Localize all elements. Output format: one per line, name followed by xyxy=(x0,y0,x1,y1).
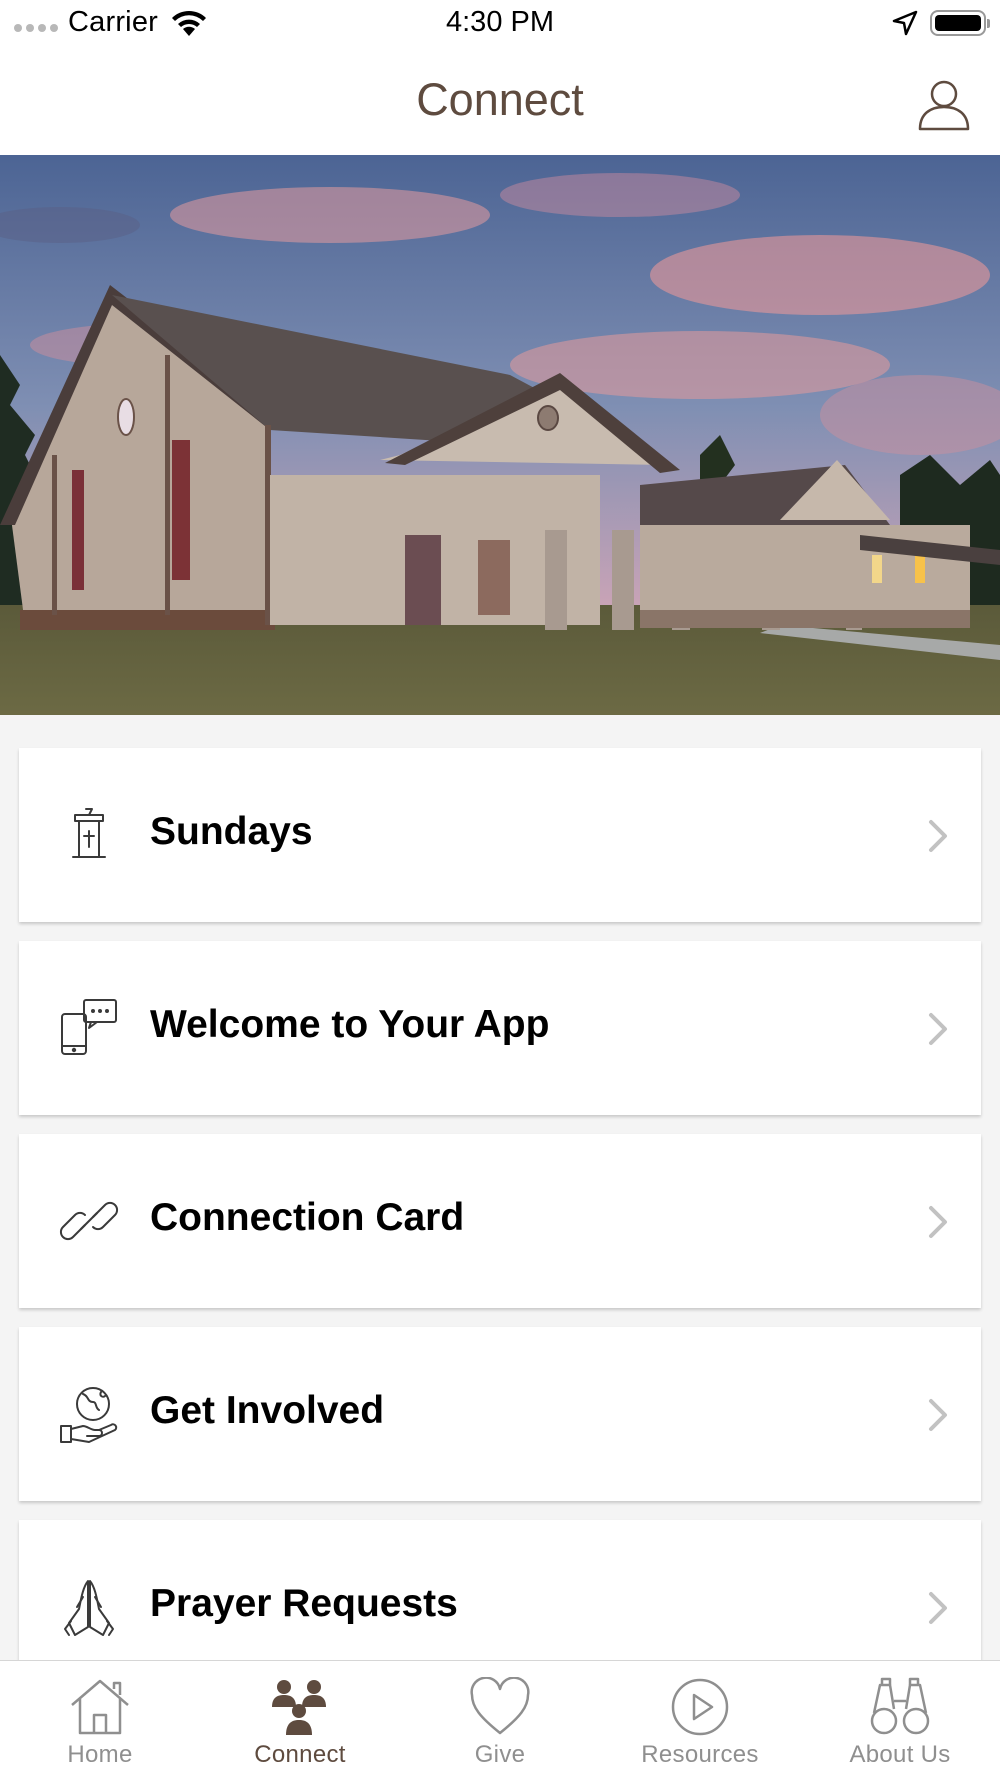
hero-image xyxy=(0,155,1000,715)
list-item-connection-card[interactable]: Connection Card xyxy=(19,1134,981,1308)
chevron-right-icon xyxy=(929,1592,947,1624)
tab-label: About Us xyxy=(849,1741,951,1768)
tab-label: Home xyxy=(67,1741,133,1768)
heart-icon xyxy=(470,1677,530,1735)
pulpit-icon xyxy=(72,808,106,858)
status-bar: Carrier 4:30 PM xyxy=(0,0,1000,48)
chevron-right-icon xyxy=(929,820,947,852)
tab-resources[interactable]: Resources xyxy=(600,1661,800,1778)
phone-chat-icon xyxy=(61,999,117,1055)
tab-label: Resources xyxy=(641,1741,759,1768)
list-item-welcome[interactable]: Welcome to Your App xyxy=(19,941,981,1115)
status-time: 4:30 PM xyxy=(446,6,554,38)
chevron-right-icon xyxy=(929,1399,947,1431)
people-icon xyxy=(272,1680,326,1735)
tab-home[interactable]: Home xyxy=(0,1661,200,1778)
location-arrow-icon xyxy=(892,10,918,36)
list-item-label: Sundays xyxy=(150,810,313,853)
tab-about-us[interactable]: About Us xyxy=(800,1661,1000,1778)
page-title: Connect xyxy=(416,74,584,125)
tab-label: Connect xyxy=(254,1741,346,1768)
navigation-bar: Connect xyxy=(0,48,1000,155)
chevron-right-icon xyxy=(929,1206,947,1238)
tab-bar: Home Connect Give Resources About Us xyxy=(0,1660,1000,1778)
tab-give[interactable]: Give xyxy=(400,1661,600,1778)
list-item-sundays[interactable]: Sundays xyxy=(19,748,981,922)
play-circle-icon xyxy=(671,1678,729,1736)
chevron-right-icon xyxy=(929,1013,947,1045)
list-item-label: Get Involved xyxy=(150,1389,385,1432)
connect-screen: Carrier 4:30 PM Connect Sundays Welcome … xyxy=(0,0,1000,1778)
tab-label: Give xyxy=(474,1741,526,1768)
list-item-label: Connection Card xyxy=(150,1196,465,1239)
praying-hands-icon xyxy=(64,1580,114,1636)
church-building-photo xyxy=(0,155,1000,715)
home-icon xyxy=(71,1679,129,1735)
person-icon[interactable] xyxy=(916,76,972,132)
list-item-label: Welcome to Your App xyxy=(150,1003,550,1046)
link-icon xyxy=(59,1201,119,1241)
list-item-get-involved[interactable]: Get Involved xyxy=(19,1327,981,1501)
list-item-label: Prayer Requests xyxy=(150,1582,458,1625)
globe-hand-icon xyxy=(60,1387,118,1443)
status-right xyxy=(892,10,990,36)
battery-icon xyxy=(930,10,990,36)
binoculars-icon xyxy=(870,1677,930,1735)
tab-connect[interactable]: Connect xyxy=(200,1661,400,1778)
